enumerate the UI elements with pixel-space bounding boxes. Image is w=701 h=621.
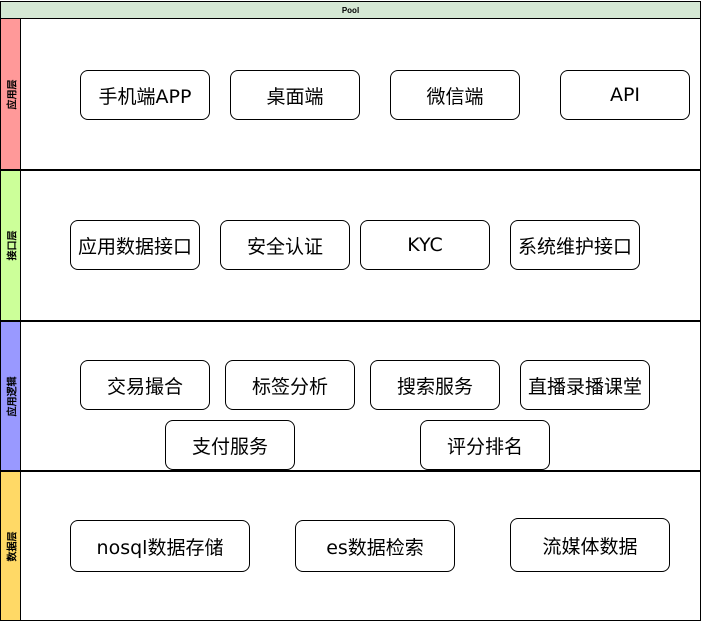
pool: Pool 应用层 手机端APP 桌面端 微信端 API 接口层 应用数据接口 安…: [0, 0, 701, 621]
node-streaming-data[interactable]: 流媒体数据: [510, 518, 670, 572]
node-tag-analysis[interactable]: 标签分析: [225, 360, 355, 410]
lane-label: 数据层: [7, 531, 18, 561]
lane-header-data[interactable]: 数据层: [1, 472, 21, 620]
lane-header-application[interactable]: 应用层: [1, 19, 21, 169]
lane-label: 接口层: [7, 230, 18, 261]
pool-title[interactable]: Pool: [0, 1, 701, 19]
node-nosql-storage[interactable]: nosql数据存储: [70, 520, 250, 572]
node-security-auth[interactable]: 安全认证: [220, 220, 350, 270]
node-rating-ranking[interactable]: 评分排名: [420, 420, 550, 470]
node-api[interactable]: API: [560, 70, 690, 120]
node-desktop[interactable]: 桌面端: [230, 70, 360, 120]
node-payment-service[interactable]: 支付服务: [165, 420, 295, 470]
node-system-maintenance-interface[interactable]: 系统维护接口: [510, 220, 640, 270]
node-live-recorded-class[interactable]: 直播录播课堂: [520, 360, 650, 410]
lane-label: 应用逻辑: [7, 376, 18, 416]
lane-header-logic[interactable]: 应用逻辑: [1, 322, 21, 470]
node-mobile-app[interactable]: 手机端APP: [80, 70, 210, 120]
node-es-retrieval[interactable]: es数据检索: [295, 520, 455, 572]
node-wechat[interactable]: 微信端: [390, 70, 520, 120]
node-search-service[interactable]: 搜索服务: [370, 360, 500, 410]
lane-header-interface[interactable]: 接口层: [1, 171, 21, 320]
node-kyc[interactable]: KYC: [360, 220, 490, 270]
node-trade-matching[interactable]: 交易撮合: [80, 360, 210, 410]
lane-label: 应用层: [7, 79, 18, 109]
node-app-data-interface[interactable]: 应用数据接口: [70, 220, 200, 270]
